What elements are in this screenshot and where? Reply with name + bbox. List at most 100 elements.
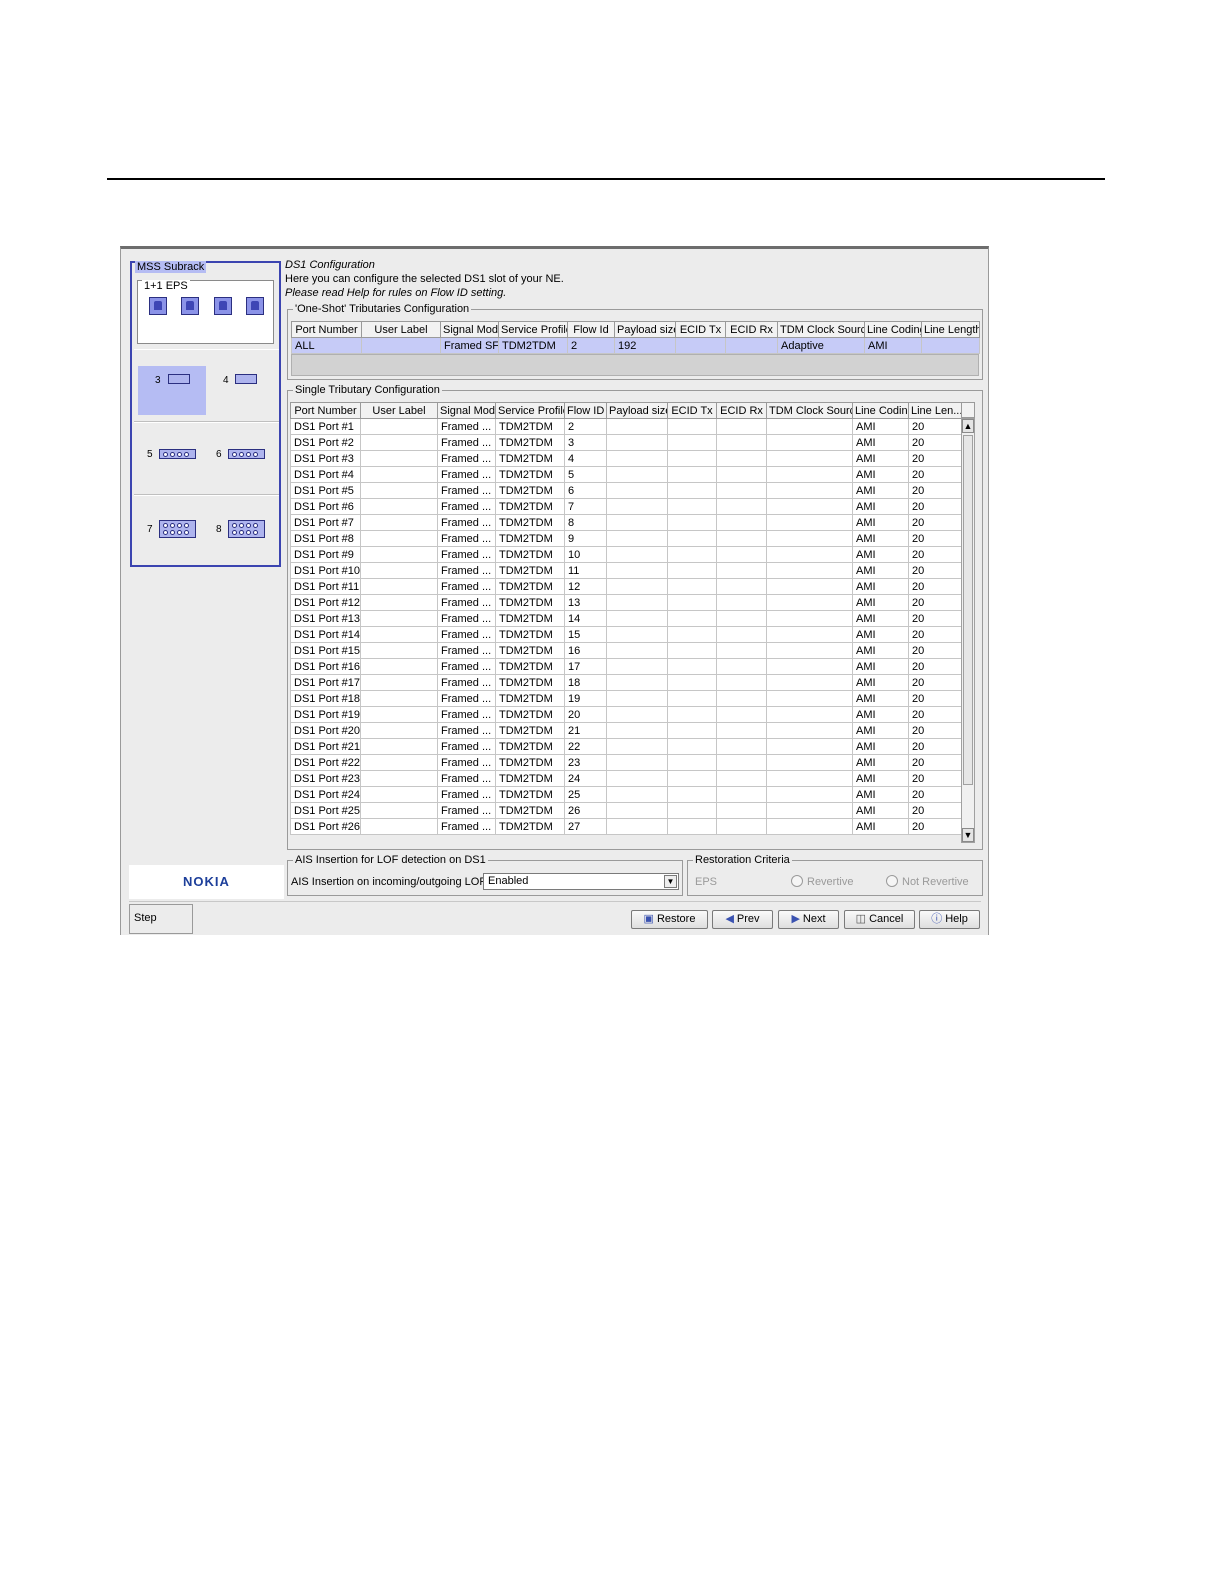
table-cell[interactable]: 22	[564, 738, 607, 755]
table-cell[interactable]	[667, 498, 717, 515]
table-cell[interactable]: 20	[908, 722, 962, 739]
table-row[interactable]: DS1 Port #1 Framed ... TDM2TDM 2 AMI 20	[290, 418, 962, 435]
column-header[interactable]: Flow ID	[564, 402, 607, 419]
table-cell[interactable]	[667, 610, 717, 627]
table-cell[interactable]: AMI	[852, 418, 909, 435]
table-cell[interactable]: DS1 Port #24	[290, 786, 361, 803]
table-cell[interactable]	[716, 546, 767, 563]
column-header[interactable]: ECID Tx	[675, 321, 726, 338]
table-cell[interactable]	[360, 722, 438, 739]
table-cell[interactable]	[766, 434, 853, 451]
table-cell[interactable]: 11	[564, 562, 607, 579]
table-cell[interactable]	[766, 450, 853, 467]
table-cell[interactable]: DS1 Port #25	[290, 802, 361, 819]
table-cell[interactable]: 20	[908, 418, 962, 435]
table-cell[interactable]: TDM2TDM	[495, 466, 565, 483]
table-cell[interactable]: 20	[908, 770, 962, 787]
table-cell[interactable]: 20	[908, 514, 962, 531]
table-cell[interactable]: DS1 Port #1	[290, 418, 361, 435]
column-header[interactable]: Line Len...	[908, 402, 962, 419]
table-cell[interactable]	[606, 530, 668, 547]
table-cell[interactable]	[360, 498, 438, 515]
column-header[interactable]: User Label	[360, 402, 438, 419]
table-cell[interactable]	[606, 594, 668, 611]
table-cell[interactable]: AMI	[852, 642, 909, 659]
table-cell[interactable]	[716, 738, 767, 755]
table-cell[interactable]	[606, 658, 668, 675]
table-cell[interactable]: 192	[614, 337, 676, 354]
table-cell[interactable]	[667, 738, 717, 755]
scroll-down-icon[interactable]: ▼	[962, 828, 974, 842]
table-row[interactable]: DS1 Port #3 Framed ... TDM2TDM 4 AMI 20	[290, 450, 962, 467]
table-cell[interactable]: 20	[908, 530, 962, 547]
table-row[interactable]: DS1 Port #17 Framed ... TDM2TDM 18 AMI 20	[290, 674, 962, 691]
table-cell[interactable]	[606, 786, 668, 803]
table-cell[interactable]: 20	[908, 674, 962, 691]
not-revertive-radio[interactable]	[886, 875, 898, 887]
table-cell[interactable]	[766, 610, 853, 627]
table-cell[interactable]: DS1 Port #13	[290, 610, 361, 627]
table-cell[interactable]	[360, 626, 438, 643]
table-cell[interactable]: 10	[564, 546, 607, 563]
table-cell[interactable]	[675, 337, 726, 354]
table-cell[interactable]: TDM2TDM	[495, 546, 565, 563]
table-cell[interactable]	[766, 498, 853, 515]
table-row[interactable]: DS1 Port #21 Framed ... TDM2TDM 22 AMI 20	[290, 738, 962, 755]
table-cell[interactable]	[360, 642, 438, 659]
table-cell[interactable]: 4	[564, 450, 607, 467]
eps-group[interactable]: 1+1 EPS	[137, 280, 274, 344]
table-cell[interactable]	[667, 642, 717, 659]
help-button[interactable]: ⓘ Help	[919, 910, 980, 929]
table-cell[interactable]: 24	[564, 770, 607, 787]
table-cell[interactable]: DS1 Port #23	[290, 770, 361, 787]
table-cell[interactable]: DS1 Port #7	[290, 514, 361, 531]
table-row[interactable]: DS1 Port #13 Framed ... TDM2TDM 14 AMI 20	[290, 610, 962, 627]
table-cell[interactable]: 9	[564, 530, 607, 547]
table-cell[interactable]: Framed ...	[437, 674, 496, 691]
table-cell[interactable]	[766, 482, 853, 499]
table-cell[interactable]: Framed ...	[437, 418, 496, 435]
table-row[interactable]: DS1 Port #5 Framed ... TDM2TDM 6 AMI 20	[290, 482, 962, 499]
one-shot-row[interactable]: ALL Framed SF TDM2TDM 2 192 Adaptive AMI	[291, 337, 980, 354]
table-row[interactable]: DS1 Port #4 Framed ... TDM2TDM 5 AMI 20	[290, 466, 962, 483]
table-cell[interactable]: 13	[564, 594, 607, 611]
table-cell[interactable]: 2	[564, 418, 607, 435]
table-cell[interactable]	[360, 594, 438, 611]
table-cell[interactable]	[766, 754, 853, 771]
table-row[interactable]: DS1 Port #24 Framed ... TDM2TDM 25 AMI 20	[290, 786, 962, 803]
slot-6-card-icon[interactable]	[228, 449, 265, 459]
table-cell[interactable]	[766, 626, 853, 643]
table-cell[interactable]	[667, 594, 717, 611]
table-cell[interactable]	[667, 658, 717, 675]
table-cell[interactable]: TDM2TDM	[495, 706, 565, 723]
table-cell[interactable]: DS1 Port #5	[290, 482, 361, 499]
table-cell[interactable]: DS1 Port #20	[290, 722, 361, 739]
table-cell[interactable]: 7	[564, 498, 607, 515]
column-header[interactable]: TDM Clock Source	[766, 402, 853, 419]
table-cell[interactable]: Framed ...	[437, 754, 496, 771]
table-cell[interactable]	[716, 786, 767, 803]
table-cell[interactable]: Framed ...	[437, 562, 496, 579]
column-header[interactable]: ECID Rx	[725, 321, 778, 338]
table-cell[interactable]	[716, 450, 767, 467]
vertical-scrollbar[interactable]: ▲ ▼	[961, 418, 975, 843]
slot-4-card-icon[interactable]	[235, 374, 257, 384]
table-cell[interactable]: AMI	[852, 738, 909, 755]
table-cell[interactable]: TDM2TDM	[495, 690, 565, 707]
table-row[interactable]: DS1 Port #7 Framed ... TDM2TDM 8 AMI 20	[290, 514, 962, 531]
table-cell[interactable]	[360, 738, 438, 755]
table-cell[interactable]	[360, 610, 438, 627]
table-cell[interactable]: 20	[564, 706, 607, 723]
table-row[interactable]: DS1 Port #25 Framed ... TDM2TDM 26 AMI 20	[290, 802, 962, 819]
table-cell[interactable]	[766, 514, 853, 531]
table-cell[interactable]: AMI	[852, 802, 909, 819]
table-cell[interactable]	[716, 466, 767, 483]
table-cell[interactable]: TDM2TDM	[495, 498, 565, 515]
table-cell[interactable]	[606, 498, 668, 515]
chevron-down-icon[interactable]: ▼	[664, 875, 677, 888]
table-cell[interactable]: TDM2TDM	[495, 562, 565, 579]
scroll-up-icon[interactable]: ▲	[962, 419, 974, 433]
table-cell[interactable]: 20	[908, 626, 962, 643]
table-cell[interactable]: AMI	[852, 706, 909, 723]
table-cell[interactable]	[606, 706, 668, 723]
